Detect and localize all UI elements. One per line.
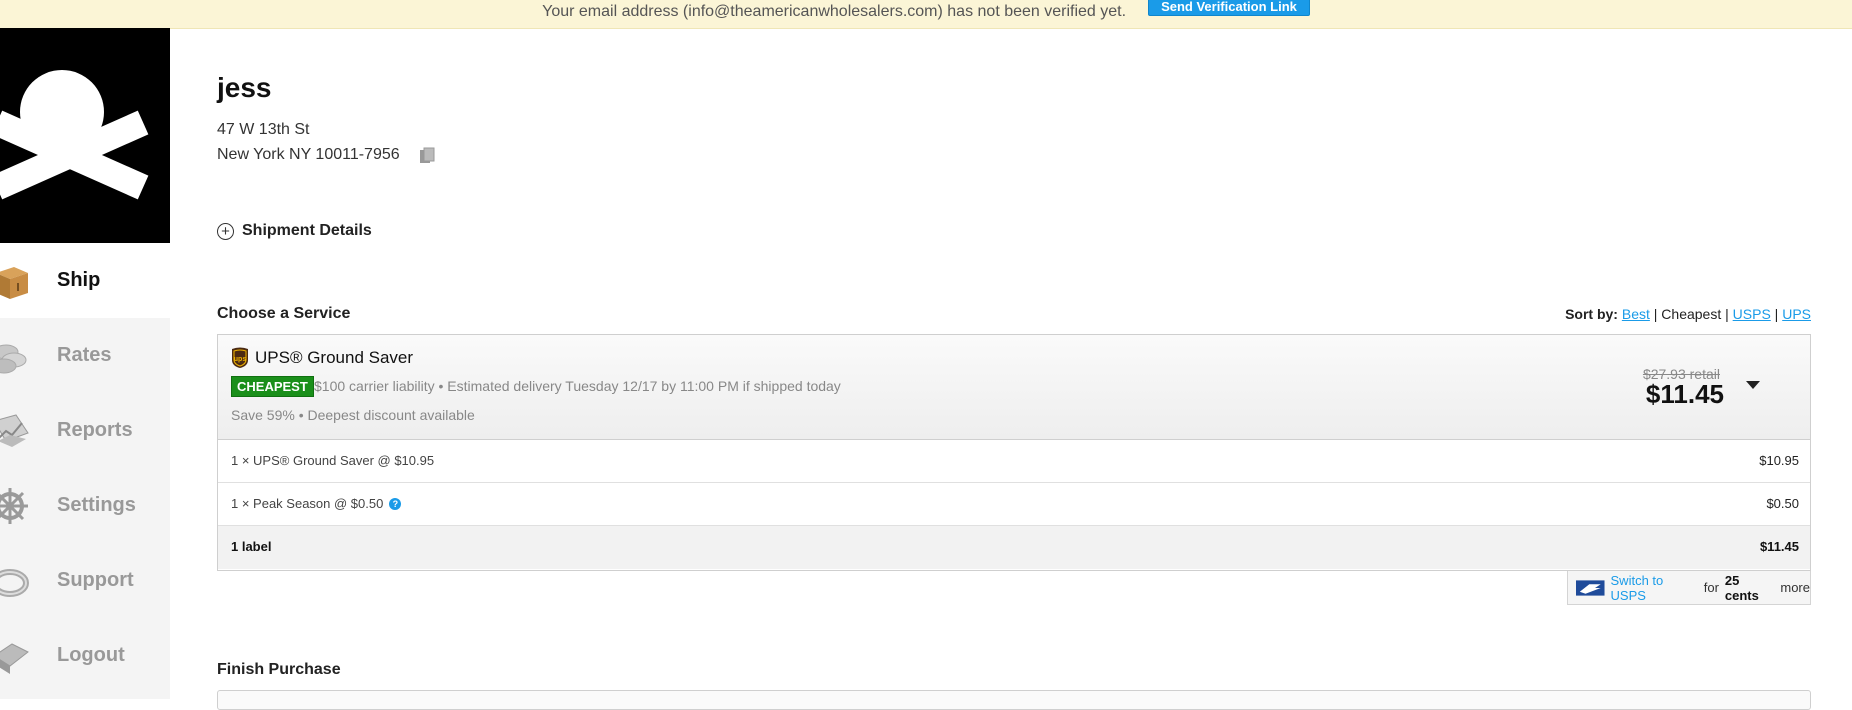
coins-icon	[0, 344, 27, 373]
lifebuoy-icon	[0, 568, 29, 597]
total-amount: $11.45	[1759, 539, 1799, 554]
line-item-row: 1 × UPS® Ground Saver @ $10.95 $10.95	[218, 440, 1810, 483]
sidebar-item-label: Settings	[57, 494, 136, 516]
switch-to-usps-link[interactable]: Switch to USPS	[1611, 573, 1698, 603]
service-description: $100 carrier liability • Estimated deliv…	[314, 378, 841, 394]
sort-by: Sort by: Best | Cheapest | USPS | UPS	[1565, 306, 1811, 322]
address-line-2: New York NY 10011-7956	[217, 146, 400, 163]
send-verification-button[interactable]: Send Verification Link	[1148, 0, 1310, 16]
chevron-down-icon[interactable]	[1746, 381, 1760, 389]
sidebar-item-ship[interactable]: Ship	[0, 243, 170, 318]
service-name: UPS® Ground Saver	[255, 348, 414, 367]
sidebar-item-reports[interactable]: Reports	[0, 393, 170, 468]
sort-label: Sort by:	[1565, 306, 1618, 322]
sidebar-item-label: Logout	[57, 644, 125, 666]
line-item-label: 1 × UPS® Ground Saver @ $10.95	[231, 453, 435, 468]
sidebar-item-support[interactable]: Support	[0, 543, 170, 618]
shipment-details-label: Shipment Details	[242, 222, 372, 239]
sidebar-item-label: Support	[57, 569, 134, 591]
choose-service-title: Choose a Service	[217, 305, 351, 322]
sidebar-item-label: Reports	[57, 419, 133, 441]
switch-amount: 25 cents	[1724, 572, 1759, 603]
total-row: 1 label $11.45	[218, 526, 1810, 569]
sidebar-item-label: Ship	[57, 269, 101, 291]
sidebar-item-label: Rates	[57, 344, 112, 366]
switch-more-text: more	[1780, 580, 1810, 595]
ups-logo-icon: ups	[232, 347, 248, 368]
service-savings: Save 59% • Deepest discount available	[231, 407, 475, 423]
total-label: 1 label	[231, 539, 272, 554]
sidebar-item-settings[interactable]: Settings	[0, 468, 170, 543]
cheapest-badge: CHEAPEST	[231, 376, 314, 397]
finish-purchase-title: Finish Purchase	[217, 661, 341, 678]
copy-icon[interactable]	[418, 147, 436, 165]
line-item-amount: $10.95	[1759, 453, 1799, 468]
banner-message: Your email address (info@theamericanwhol…	[542, 3, 1127, 20]
switch-carrier-box: Switch to USPS for 25 cents more	[1567, 571, 1811, 605]
line-item-row: 1 × Peak Season @ $0.50? $0.50	[218, 483, 1810, 526]
selected-service-card: ups UPS® Ground Saver CHEAPEST $100 carr…	[217, 334, 1811, 571]
switch-for-text: for	[1703, 580, 1719, 595]
help-icon[interactable]: ?	[389, 498, 402, 510]
sort-best-link[interactable]: Best	[1622, 306, 1650, 322]
logout-icon	[0, 642, 29, 674]
service-price: $11.45	[1645, 379, 1724, 409]
recipient-name: jess	[217, 72, 272, 103]
line-item-label: 1 × Peak Season @ $0.50?	[231, 496, 402, 511]
box-icon	[0, 266, 28, 299]
sort-cheapest-selected: Cheapest	[1661, 306, 1722, 322]
reports-icon	[0, 413, 29, 447]
skull-crossbones-logo[interactable]	[0, 28, 170, 243]
finish-purchase-panel	[217, 690, 1811, 710]
sidebar-item-logout[interactable]: Logout	[0, 618, 170, 693]
sort-usps-link[interactable]: USPS	[1733, 306, 1771, 322]
sidebar-item-rates[interactable]: Rates	[0, 318, 170, 393]
sidebar: Ship Rates Reports Settings Support Logo…	[0, 28, 170, 699]
service-header[interactable]: ups UPS® Ground Saver CHEAPEST $100 carr…	[218, 335, 1810, 440]
verification-banner: Your email address (info@theamericanwhol…	[0, 0, 1852, 29]
shipment-details-toggle[interactable]: + Shipment Details	[217, 222, 372, 240]
ship-wheel-icon	[0, 487, 28, 524]
plus-circle-icon: +	[217, 222, 234, 240]
svg-text:ups: ups	[234, 356, 247, 363]
sort-ups-link[interactable]: UPS	[1782, 306, 1811, 322]
usps-eagle-icon	[1576, 579, 1605, 596]
line-item-amount: $0.50	[1766, 496, 1799, 511]
address-line-1: 47 W 13th St	[217, 121, 310, 138]
